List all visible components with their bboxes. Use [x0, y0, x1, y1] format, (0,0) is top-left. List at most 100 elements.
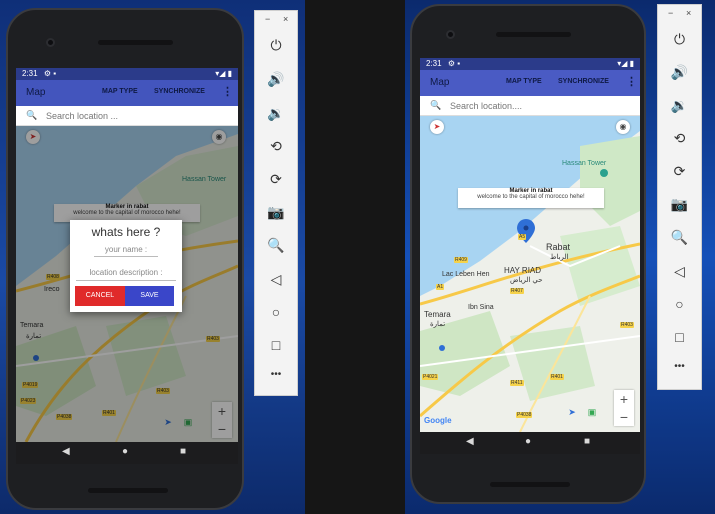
status-icons: ⚙ ▪ — [447, 59, 461, 68]
search-icon: 🔍 — [430, 100, 442, 110]
search-bar[interactable]: 🔍 Search location.... — [420, 96, 640, 116]
search-input[interactable]: Search location.... — [450, 101, 522, 111]
app-title: Map — [26, 87, 46, 98]
search-bar[interactable]: 🔍 Search location ... — [16, 106, 238, 126]
map-label-hay-riad-ar: حي الرياض — [510, 277, 543, 284]
volume-down-icon[interactable]: 🔉 — [658, 97, 701, 114]
name-input[interactable]: your name : — [94, 245, 158, 257]
cancel-button[interactable]: CANCEL — [75, 286, 125, 306]
right-phone-frame: 2:31 ⚙ ▪ ▾◢ ▮ Map MAP TYPE SYNCHRONIZE ⋮… — [410, 4, 646, 504]
overview-icon[interactable]: □ — [658, 329, 701, 345]
status-bar: 2:31 ⚙ ▪ ▾◢ ▮ — [16, 68, 238, 80]
road-badge: R407 — [510, 288, 524, 294]
rotate-right-icon[interactable]: ⟳ — [255, 171, 297, 188]
map-view[interactable]: Hassan Tower Rabat الرباط HAY RIAD حي ال… — [420, 116, 640, 432]
nav-back-button[interactable]: ◀ — [62, 446, 70, 457]
map-label-temara-ar: تمارة — [430, 321, 446, 328]
nav-recents-button[interactable]: ■ — [180, 446, 186, 457]
back-icon[interactable]: ◁ — [255, 271, 297, 288]
zoom-icon[interactable]: 🔍 — [658, 229, 701, 246]
nav-back-button[interactable]: ◀ — [466, 436, 474, 447]
nav-home-button[interactable]: ● — [525, 436, 531, 447]
google-maps-icon[interactable]: ▣ — [586, 406, 598, 418]
status-time: 2:31 — [426, 59, 442, 68]
more-icon[interactable]: ••• — [658, 361, 701, 372]
zoom-controls: + − — [614, 390, 634, 426]
whats-here-dialog: whats here ? your name : location descri… — [70, 220, 182, 312]
rotate-right-icon[interactable]: ⟳ — [658, 163, 701, 180]
map-label-lac-leben: Lac Leben Hen — [442, 271, 490, 278]
front-camera — [446, 30, 455, 39]
map-label-temara: Temara — [424, 310, 451, 319]
google-logo: Google — [424, 416, 452, 425]
close-button[interactable]: × — [283, 14, 288, 24]
location-dot — [439, 345, 445, 351]
emulator-toolbar-right: − × ⏻ 🔊 🔉 ⟲ ⟳ 📷 🔍 ◁ ○ □ ••• — [657, 4, 702, 390]
top-speaker — [98, 40, 173, 45]
synchronize-button[interactable]: SYNCHRONIZE — [558, 78, 609, 85]
overflow-menu-icon[interactable]: ⋮ — [222, 85, 233, 98]
status-bar: 2:31 ⚙ ▪ ▾◢ ▮ — [420, 58, 640, 70]
app-bar: Map MAP TYPE SYNCHRONIZE ⋮ — [420, 70, 640, 96]
bottom-speaker — [88, 488, 168, 493]
nav-recents-button[interactable]: ■ — [584, 436, 590, 447]
status-signal-battery: ▾◢ ▮ — [617, 59, 634, 68]
map-type-button[interactable]: MAP TYPE — [506, 78, 542, 85]
dialog-title: whats here ? — [91, 225, 161, 239]
close-button[interactable]: × — [686, 8, 691, 18]
camera-icon[interactable]: 📷 — [658, 196, 701, 213]
hassan-tower-pin — [600, 169, 608, 177]
map-label-hassan-tower: Hassan Tower — [562, 160, 607, 167]
road-badge: R409 — [454, 257, 468, 263]
volume-up-icon[interactable]: 🔊 — [255, 71, 297, 88]
zoom-in-button[interactable]: + — [614, 390, 634, 408]
right-phone-screen: 2:31 ⚙ ▪ ▾◢ ▮ Map MAP TYPE SYNCHRONIZE ⋮… — [420, 58, 640, 454]
minimize-button[interactable]: − — [265, 14, 270, 24]
more-icon[interactable]: ••• — [255, 369, 297, 380]
camera-icon[interactable]: 📷 — [255, 204, 297, 221]
overview-icon[interactable]: □ — [255, 337, 297, 353]
back-icon[interactable]: ◁ — [658, 263, 701, 280]
power-icon[interactable]: ⏻ — [255, 37, 297, 54]
volume-up-icon[interactable]: 🔊 — [658, 64, 701, 81]
road-badge: P4021 — [422, 374, 439, 380]
navigation-bar: ◀ ● ■ — [16, 442, 238, 464]
road-badge: R411 — [510, 380, 524, 386]
navigation-bar: ◀ ● ■ — [420, 432, 640, 454]
road-badge: A1 — [436, 284, 445, 290]
directions-icon[interactable]: ➤ — [566, 406, 578, 418]
save-button[interactable]: SAVE — [125, 286, 174, 306]
map-type-button[interactable]: MAP TYPE — [102, 88, 138, 95]
desktop-gap — [305, 0, 405, 514]
marker-info-window: Marker in rabat welcome to the capital o… — [458, 188, 604, 208]
map-label-rabat: Rabat — [546, 242, 571, 252]
road-badge: P4038 — [516, 412, 533, 418]
status-icons: ⚙ ▪ — [43, 69, 57, 78]
description-input[interactable]: location description : — [76, 268, 176, 281]
overflow-menu-icon[interactable]: ⋮ — [626, 75, 637, 88]
left-phone-frame: 2:31 ⚙ ▪ ▾◢ ▮ Map MAP TYPE SYNCHRONIZE ⋮… — [6, 8, 244, 510]
zoom-out-button[interactable]: − — [614, 408, 634, 426]
compass-button[interactable]: ➤ — [430, 120, 444, 134]
zoom-icon[interactable]: 🔍 — [255, 237, 297, 254]
power-icon[interactable]: ⏻ — [658, 31, 701, 48]
synchronize-button[interactable]: SYNCHRONIZE — [154, 88, 205, 95]
map-label-ibn-sina: Ibn Sina — [468, 304, 494, 311]
rotate-left-icon[interactable]: ⟲ — [255, 138, 297, 155]
home-icon[interactable]: ○ — [255, 304, 297, 320]
info-window-subtitle: welcome to the capital of morocco hehe! — [477, 194, 585, 200]
search-input[interactable]: Search location ... — [46, 111, 118, 121]
street-view-icon[interactable]: ◉ — [616, 120, 630, 134]
front-camera — [46, 38, 55, 47]
nav-home-button[interactable]: ● — [122, 446, 128, 457]
status-signal-battery: ▾◢ ▮ — [215, 69, 232, 78]
bottom-speaker — [490, 482, 570, 487]
road-badge: R401 — [550, 374, 564, 380]
search-icon: 🔍 — [26, 110, 38, 120]
rotate-left-icon[interactable]: ⟲ — [658, 130, 701, 147]
home-icon[interactable]: ○ — [658, 296, 701, 312]
emulator-toolbar-left: − × ⏻ 🔊 🔉 ⟲ ⟳ 📷 🔍 ◁ ○ □ ••• — [254, 10, 298, 396]
minimize-button[interactable]: − — [668, 8, 673, 18]
map-label-rabat-ar: الرباط — [550, 254, 569, 261]
volume-down-icon[interactable]: 🔉 — [255, 105, 297, 122]
